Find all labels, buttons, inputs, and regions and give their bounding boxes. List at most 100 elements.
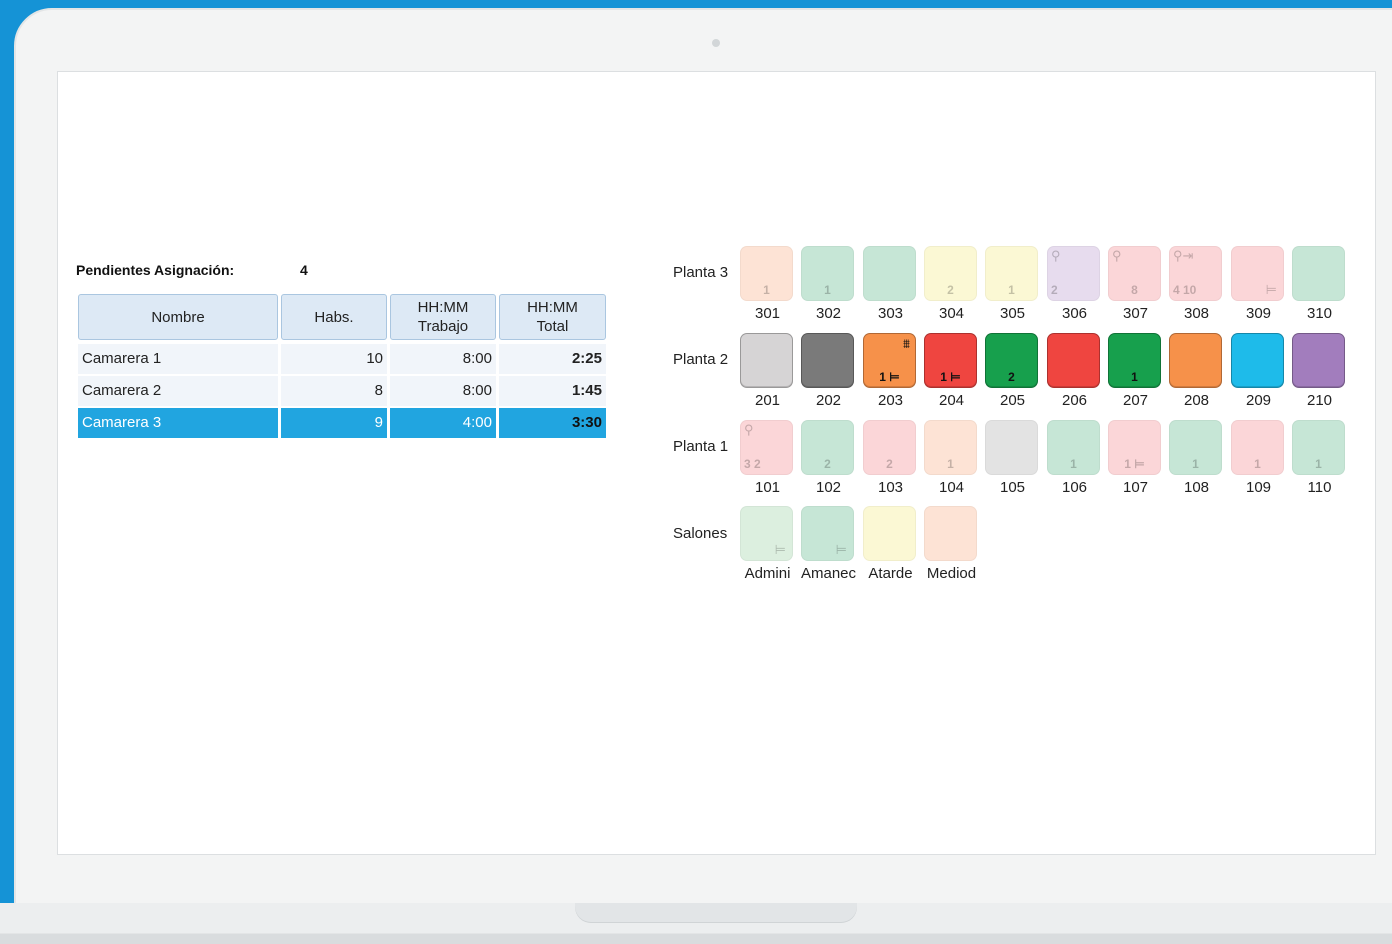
pending-value: 4 (300, 262, 308, 278)
floor-label: Salones (673, 525, 728, 542)
cell-total: 1:45 (499, 376, 606, 406)
cell-habs: 8 (281, 376, 387, 406)
header-nombre-label: Nombre (151, 308, 205, 326)
room-number: 103 (877, 479, 904, 496)
room-indicator-bc: 1 (947, 457, 954, 471)
cell-nombre: Camarera 3 (78, 408, 278, 438)
room-tile[interactable]: 2 103 (863, 420, 916, 496)
header-trabajo[interactable]: HH:MM Trabajo (390, 294, 496, 340)
table-row[interactable]: Camarera 2 8 8:00 1:45 (78, 376, 606, 406)
room-number: 205 (999, 392, 1026, 409)
room-number: 302 (815, 305, 842, 322)
room-tile[interactable]: 303 (863, 246, 916, 322)
room-tile[interactable]: 1 108 (1169, 420, 1222, 496)
room-number: Atarde (868, 565, 913, 582)
table-row-selected[interactable]: Camarera 3 9 4:00 3:30 (78, 408, 606, 438)
room-indicator-bc: 1 (1315, 457, 1322, 471)
header-trabajo-line1: HH:MM (417, 299, 469, 316)
room-tile[interactable]: ⊨ 309 (1231, 246, 1284, 322)
table-row[interactable]: Camarera 1 10 8:00 2:25 (78, 344, 606, 374)
floor-label: Planta 1 (673, 438, 729, 455)
room-tile[interactable]: 1 109 (1231, 420, 1284, 496)
room-indicator-bc: 2 (824, 457, 831, 471)
room-number: 106 (1061, 479, 1088, 496)
camera-dot (712, 39, 720, 47)
room-tile[interactable]: ⩩ 1 ⊨ 203 (863, 333, 916, 409)
header-total-line2: Total (536, 318, 569, 335)
header-habs[interactable]: Habs. (281, 294, 387, 340)
room-number: Amanec (800, 565, 857, 582)
header-nombre[interactable]: Nombre (78, 294, 278, 340)
room-number: 102 (815, 479, 842, 496)
room-indicator-bc: 1 (1070, 457, 1077, 471)
room-indicator-bc: 2 (886, 457, 893, 471)
room-number: 104 (938, 479, 965, 496)
room-tile[interactable]: ⚲ 3 2 101 (740, 420, 793, 496)
cell-trabajo: 8:00 (390, 376, 496, 406)
room-tile[interactable]: ⊨ Admini (740, 506, 793, 582)
room-indicator-tl: ⚲ (744, 422, 754, 437)
room-tile[interactable]: 206 (1047, 333, 1100, 409)
room-indicator-br: ⊨ (1265, 282, 1277, 297)
room-number: 203 (877, 392, 904, 409)
room-tile[interactable]: ⊨ Amanec (801, 506, 856, 582)
room-tile[interactable]: 1 ⊨ 204 (924, 333, 977, 409)
room-indicator-tl: ⚲ (1051, 248, 1061, 263)
room-tile[interactable]: 2 102 (801, 420, 854, 496)
room-number: 210 (1306, 392, 1333, 409)
room-tile[interactable]: ⚲ 8 307 (1108, 246, 1161, 322)
room-number: 307 (1122, 305, 1149, 322)
room-indicator-br: ⊨ (835, 542, 847, 557)
room-tile[interactable]: ⚲⇥ 4 10 308 (1169, 246, 1222, 322)
room-number: 204 (938, 392, 965, 409)
room-tile[interactable]: 1 104 (924, 420, 977, 496)
room-indicator-tl: ⚲⇥ (1173, 248, 1194, 263)
cell-total: 2:25 (499, 344, 606, 374)
laptop-base-notch (575, 903, 857, 923)
cell-habs: 9 (281, 408, 387, 438)
room-tile[interactable]: Mediod (924, 506, 977, 582)
room-indicator-tl: ⚲ (1112, 248, 1122, 263)
room-indicator-bc: 1 ⊨ (940, 370, 961, 384)
room-tile[interactable]: ⚲ 2 306 (1047, 246, 1100, 322)
header-total[interactable]: HH:MM Total (499, 294, 606, 340)
room-number: 101 (754, 479, 781, 496)
room-number: 310 (1306, 305, 1333, 322)
room-indicator-bl: 3 2 (744, 457, 761, 471)
room-tile[interactable]: 105 (985, 420, 1038, 496)
cell-trabajo: 4:00 (390, 408, 496, 438)
room-number: Admini (744, 565, 791, 582)
room-tile[interactable]: 2 205 (985, 333, 1038, 409)
header-total-line1: HH:MM (527, 299, 578, 316)
room-tile[interactable]: 310 (1292, 246, 1345, 322)
floor-label: Planta 3 (673, 264, 729, 281)
room-tile[interactable]: 1 ⊨ 107 (1108, 420, 1161, 496)
room-tile[interactable]: 1 305 (985, 246, 1038, 322)
room-number: 207 (1122, 392, 1149, 409)
room-tile[interactable]: 209 (1231, 333, 1284, 409)
room-tile[interactable]: 1 207 (1108, 333, 1161, 409)
room-indicator-bc: 1 (1008, 283, 1015, 297)
room-tile[interactable]: 1 301 (740, 246, 793, 322)
room-tile[interactable]: 1 106 (1047, 420, 1100, 496)
room-number: 110 (1307, 479, 1332, 496)
room-tile[interactable]: 208 (1169, 333, 1222, 409)
room-number: 206 (1061, 392, 1088, 409)
room-indicator-bc: 1 ⊨ (1124, 457, 1145, 471)
room-tile[interactable]: 202 (801, 333, 854, 409)
room-tile[interactable]: 1 110 (1292, 420, 1345, 496)
room-tile[interactable]: Atarde (863, 506, 916, 582)
room-number: 209 (1245, 392, 1272, 409)
cell-nombre: Camarera 2 (78, 376, 278, 406)
room-indicator-tr: ⩩ (903, 336, 910, 351)
room-number: 107 (1122, 479, 1149, 496)
room-tile[interactable]: 201 (740, 333, 793, 409)
pending-label: Pendientes Asignación: (76, 262, 235, 278)
room-tile[interactable]: 1 302 (801, 246, 854, 322)
room-indicator-bc: 1 (1192, 457, 1199, 471)
room-tile[interactable]: 210 (1292, 333, 1345, 409)
room-number: 301 (754, 305, 781, 322)
cell-habs: 10 (281, 344, 387, 374)
cell-trabajo: 8:00 (390, 344, 496, 374)
room-tile[interactable]: 2 304 (924, 246, 977, 322)
